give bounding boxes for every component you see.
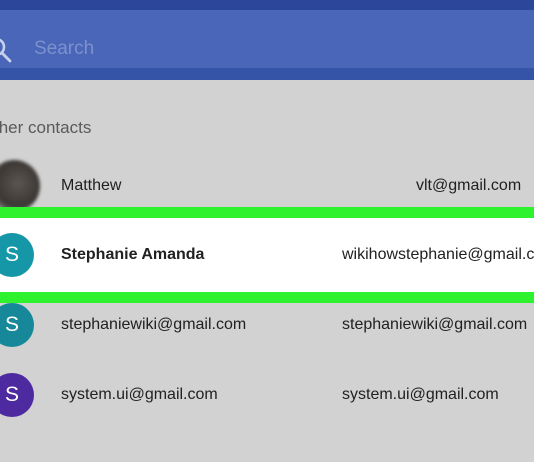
avatar: S (0, 373, 34, 417)
header-strip (0, 0, 534, 10)
search-input[interactable] (34, 34, 474, 64)
contact-row-stephanie-amanda[interactable]: S Stephanie Amanda wikihowstephanie@gmai… (0, 220, 534, 290)
avatar: S (0, 303, 34, 347)
contact-email: stephaniewiki@gmail.com (342, 316, 528, 333)
avatar (0, 160, 40, 212)
contact-row-stephaniewiki[interactable]: S stephaniewiki@gmail.com stephaniewiki@… (0, 290, 534, 360)
contact-name: stephaniewiki@gmail.com (61, 316, 247, 333)
contact-name: system.ui@gmail.com (61, 386, 218, 403)
section-title: ther contacts (0, 118, 92, 137)
contact-name: Stephanie Amanda (61, 246, 205, 263)
contact-email: wikihowstephanie@gmail.c (342, 246, 534, 263)
contact-row-system-ui[interactable]: S system.ui@gmail.com system.ui@gmail.co… (0, 360, 534, 430)
search-icon[interactable] (0, 35, 18, 69)
search-bar[interactable] (0, 10, 534, 68)
contact-email: vlt@gmail.com (416, 177, 522, 194)
contact-email: system.ui@gmail.com (342, 386, 499, 403)
avatar: S (0, 233, 34, 277)
app-header (0, 0, 534, 80)
contact-name: Matthew (61, 177, 122, 194)
